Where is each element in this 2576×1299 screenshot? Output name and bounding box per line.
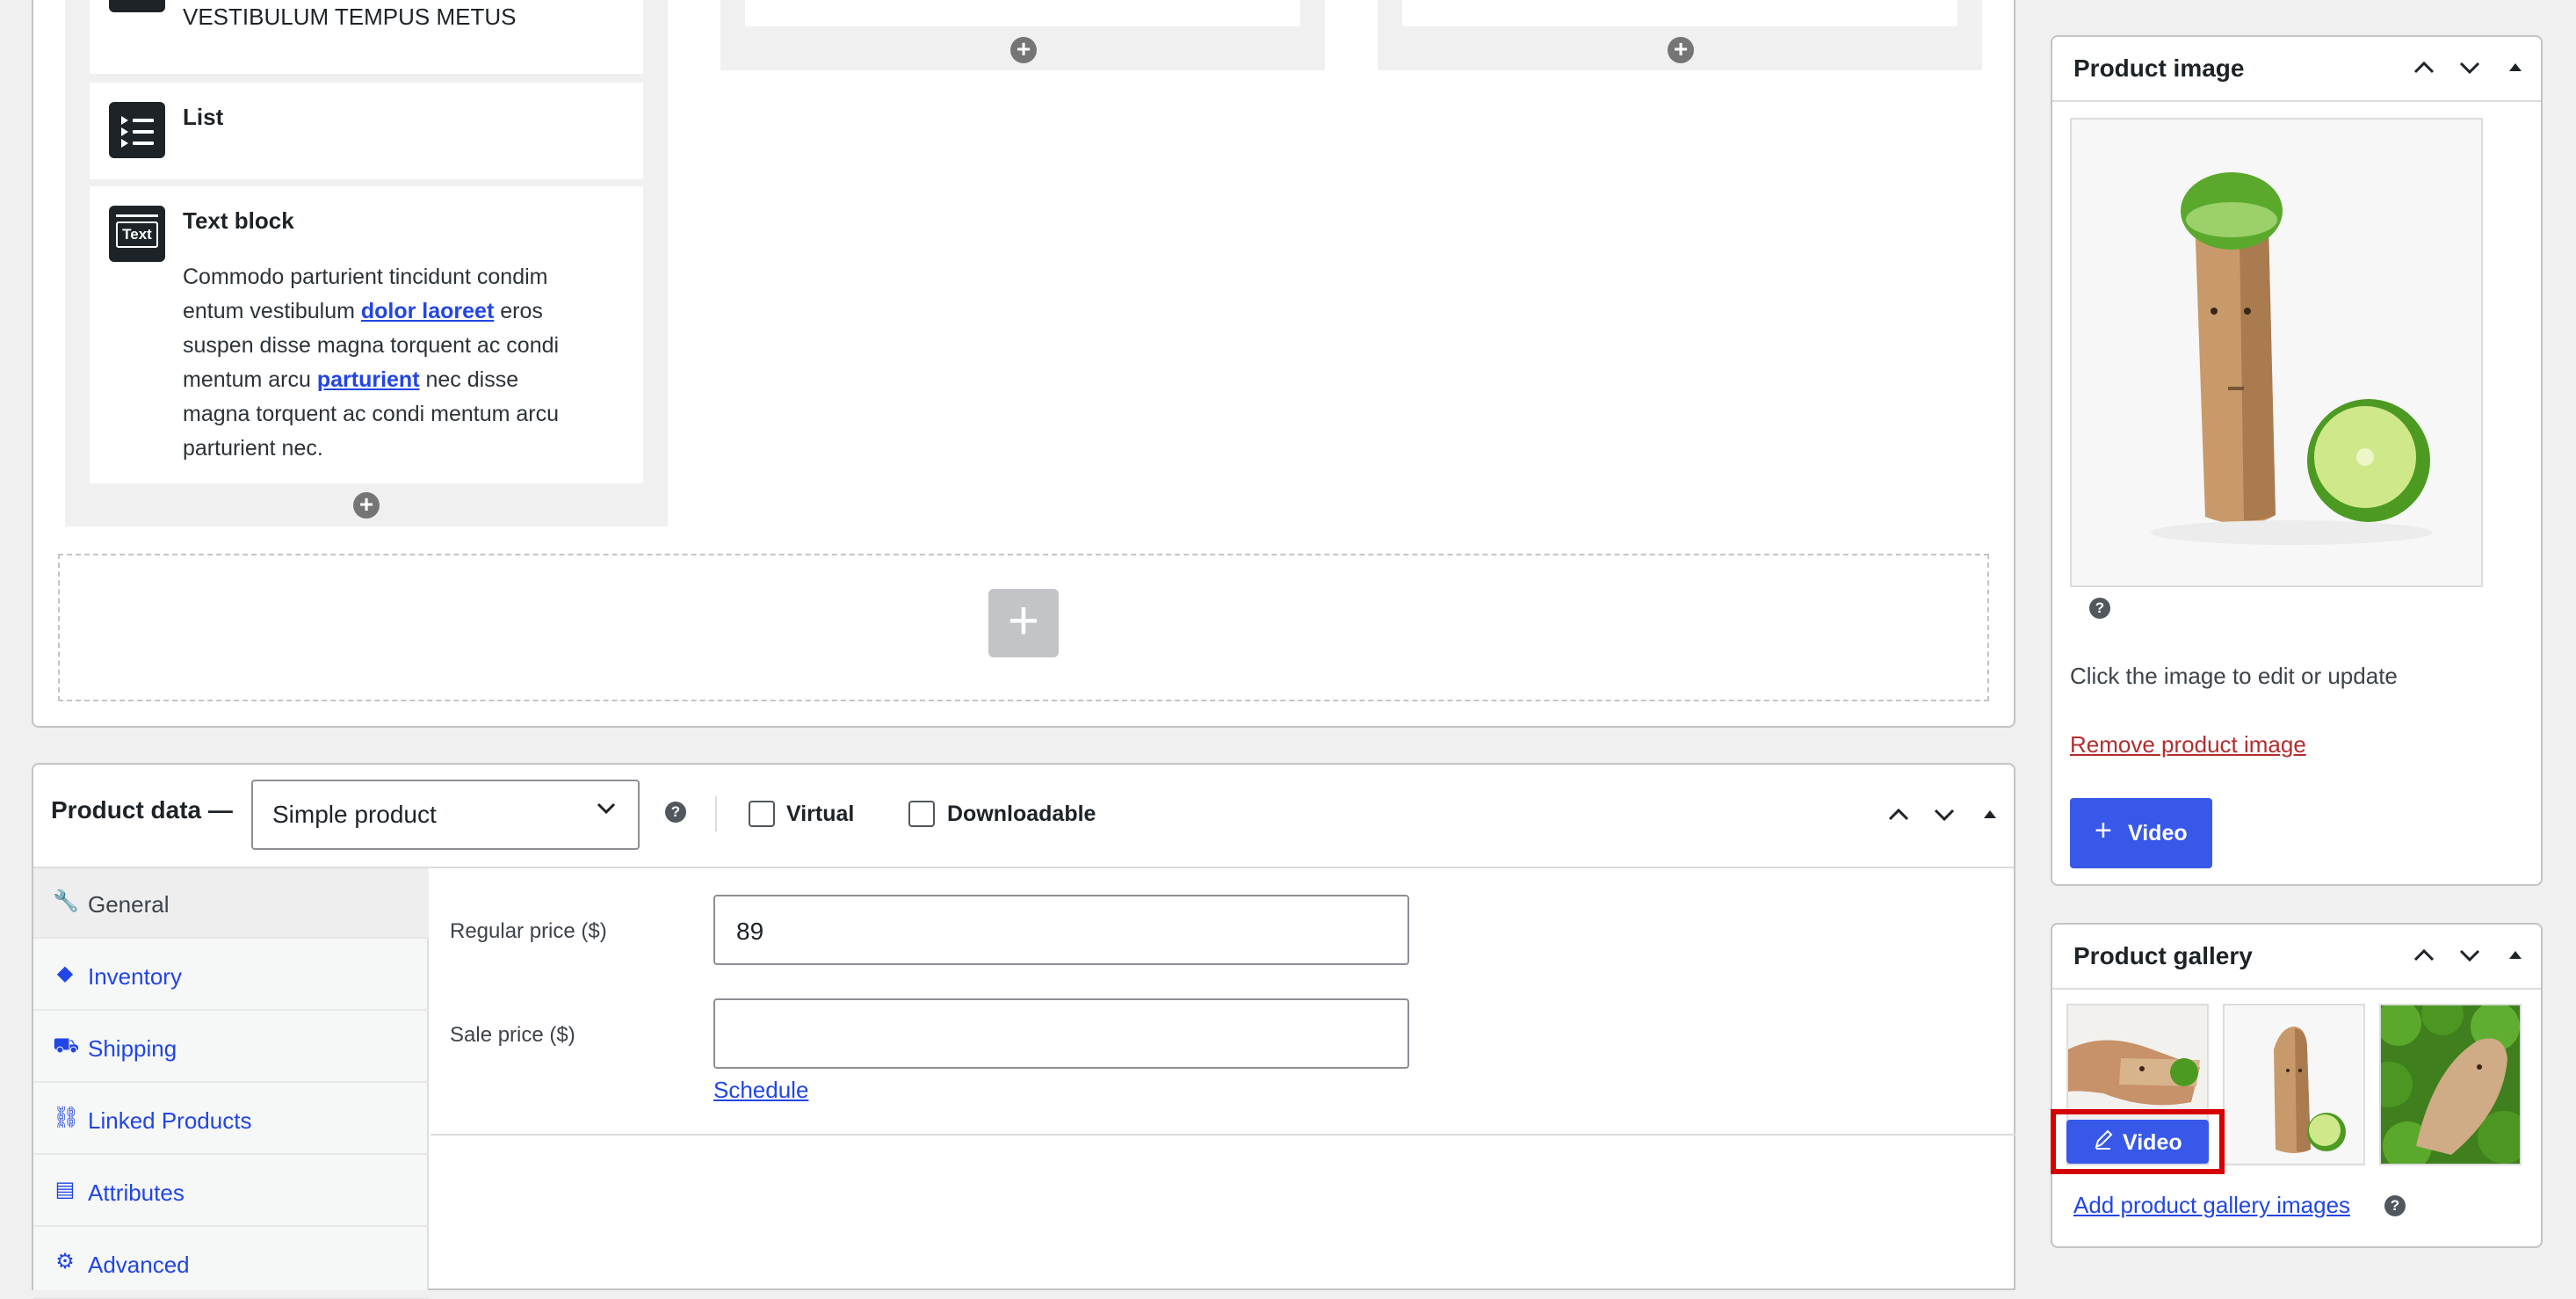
product-image-title: Product image: [2073, 54, 2245, 82]
text-block-body: Commodo parturient tincidunt condim entum…: [183, 260, 640, 466]
text-fragment: suspen disse magna torquent ac condi: [183, 333, 560, 358]
tab-label: Linked Products: [88, 1107, 252, 1134]
chevron-down-icon[interactable]: [1931, 802, 1957, 832]
chevron-down-icon[interactable]: [2457, 54, 2483, 85]
chevron-down-icon: [594, 795, 619, 827]
virtual-checkbox[interactable]: [749, 801, 775, 827]
downloadable-label: Downloadable: [947, 802, 1096, 826]
text-block-line: parturient nec.: [183, 432, 640, 466]
divider: [431, 1134, 2015, 1136]
gallery-thumbnail[interactable]: [2379, 1004, 2522, 1165]
tab-label: Shipping: [88, 1035, 177, 1062]
tab-label: General: [88, 891, 170, 918]
text-block-line: magna torquent ac condi mentum arcu: [183, 397, 640, 432]
downloadable-checkbox[interactable]: [908, 801, 935, 827]
product-image-hint: Click the image to edit or update: [2070, 663, 2398, 689]
text-fragment: mentum arcu: [183, 367, 317, 392]
virtual-label: Virtual: [786, 802, 855, 826]
tab-label: Inventory: [88, 963, 182, 990]
tab-linked-products[interactable]: ⛓ Linked Products: [33, 1085, 429, 1155]
schedule-link[interactable]: Schedule: [713, 1077, 808, 1104]
help-icon[interactable]: ?: [2089, 598, 2110, 619]
list-icon: [109, 102, 165, 158]
plus-icon: +: [2095, 814, 2112, 847]
sale-price-input[interactable]: [713, 998, 1409, 1069]
product-type-value: Simple product: [272, 801, 437, 828]
add-gallery-images-link[interactable]: Add product gallery images: [2073, 1192, 2350, 1219]
product-gallery-title: Product gallery: [2073, 942, 2253, 969]
inline-link[interactable]: dolor laoreet: [361, 299, 494, 323]
heading-block-text: VESTIBULUM TEMPUS METUS: [183, 4, 517, 30]
collapse-toggle-icon[interactable]: [1982, 807, 1998, 825]
sale-price-label: Sale price ($): [450, 1023, 575, 1047]
text-fragment: eros: [494, 299, 543, 323]
gallery-thumbnail[interactable]: [2223, 1004, 2365, 1165]
tab-attributes[interactable]: ▤ Attributes: [33, 1157, 429, 1227]
text-block-line: Commodo parturient tincidunt condim: [183, 260, 640, 294]
chevron-down-icon[interactable]: [2457, 942, 2483, 973]
tab-inventory[interactable]: ◆ Inventory: [33, 940, 429, 1011]
video-button-label: Video: [2128, 821, 2188, 845]
text-block-line: entum vestibulum dolor laoreet eros: [183, 294, 640, 329]
add-row-button[interactable]: +: [988, 589, 1059, 657]
add-block-icon[interactable]: +: [1668, 37, 1694, 63]
tab-advanced[interactable]: ⚙ Advanced: [33, 1229, 429, 1299]
collapse-toggle-icon[interactable]: [2507, 60, 2523, 78]
inline-link[interactable]: parturient: [317, 367, 420, 392]
regular-price-value: 89: [736, 918, 764, 945]
truck-icon: ⛟: [53, 1034, 80, 1057]
block-column-2-item[interactable]: [745, 0, 1300, 26]
text-fragment: Commodo parturient tincidunt condim: [183, 265, 548, 289]
collapse-toggle-icon[interactable]: [2507, 947, 2523, 966]
add-block-icon[interactable]: +: [1010, 37, 1037, 63]
block-list[interactable]: List: [90, 83, 643, 179]
heading-block-icon: [109, 0, 165, 12]
text-block-icon: Text: [109, 206, 165, 262]
text-fragment: entum vestibulum: [183, 299, 361, 323]
product-data-title: Product data —: [51, 796, 233, 824]
divider: [2052, 988, 2541, 990]
tab-label: Advanced: [88, 1252, 190, 1278]
chevron-up-icon[interactable]: [2411, 942, 2437, 973]
block-heading[interactable]: VESTIBULUM TEMPUS METUS: [90, 0, 643, 74]
help-icon[interactable]: ?: [2384, 1195, 2406, 1216]
wrench-icon: 🔧: [53, 889, 79, 913]
help-icon[interactable]: ?: [665, 802, 686, 823]
tab-label: Attributes: [88, 1179, 185, 1206]
divider: [2052, 100, 2541, 102]
tag-icon: ◆: [56, 962, 74, 985]
text-block-line: suspen disse magna torquent ac condi: [183, 329, 640, 363]
text-fragment: parturient nec.: [183, 436, 323, 461]
gear-icon: ⚙: [55, 1250, 75, 1274]
list-block-title: List: [183, 104, 224, 130]
block-text[interactable]: Text Text block Commodo parturient tinci…: [90, 186, 643, 483]
text-block-line: mentum arcu parturient nec disse: [183, 363, 640, 397]
divider: [715, 796, 717, 831]
highlight-box: [2051, 1109, 2225, 1174]
tab-shipping[interactable]: ⛟ Shipping: [33, 1012, 429, 1083]
product-image-video-button[interactable]: + Video: [2070, 798, 2212, 868]
product-image-thumbnail[interactable]: [2070, 118, 2483, 587]
product-data-tabs: 🔧 General ◆ Inventory ⛟ Shipping ⛓ Linke…: [33, 868, 429, 1299]
regular-price-label: Regular price ($): [450, 919, 607, 943]
regular-price-input[interactable]: 89: [713, 895, 1409, 965]
remove-product-image-link[interactable]: Remove product image: [2070, 731, 2306, 758]
tab-general[interactable]: 🔧 General: [33, 868, 429, 939]
chevron-up-icon[interactable]: [1885, 802, 1912, 832]
link-icon: ⛓: [53, 1106, 80, 1129]
chevron-up-icon[interactable]: [2411, 54, 2437, 85]
text-fragment: magna torquent ac condi mentum arcu: [183, 402, 560, 426]
attributes-icon: ▤: [54, 1178, 76, 1201]
text-block-title: Text block: [183, 207, 294, 234]
block-column-3-item[interactable]: [1402, 0, 1957, 26]
text-fragment: nec disse: [419, 367, 519, 392]
add-block-icon[interactable]: +: [353, 492, 380, 519]
